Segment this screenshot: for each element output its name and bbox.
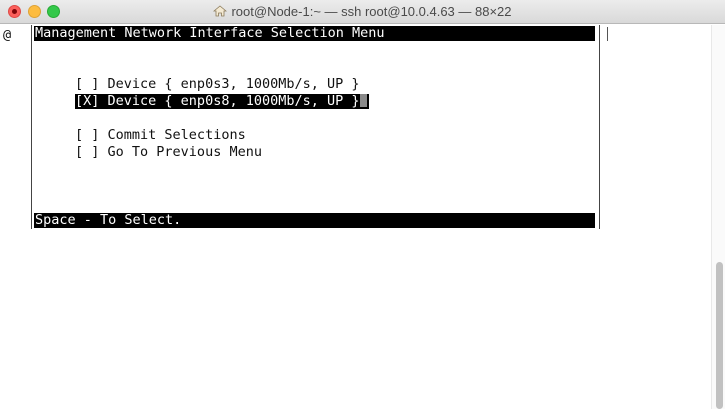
terminal-cursor: [607, 27, 608, 41]
terminal-scrollbar[interactable]: [711, 25, 725, 409]
previous-menu-label: Go To Previous Menu: [107, 144, 262, 160]
device-label-enp0s8: Device { enp0s8, 1000Mb/s, UP }: [107, 93, 360, 109]
menu-title: Management Network Interface Selection M…: [34, 26, 595, 41]
window-title: root@Node-1:~ — ssh root@10.0.4.63 — 88×…: [231, 4, 512, 19]
menu-item-enp0s8[interactable]: [X] Device { enp0s8, 1000Mb/s, UP }: [75, 94, 369, 109]
menu-item-commit-selections[interactable]: [ ] Commit Selections: [75, 128, 246, 143]
checkbox-enp0s3[interactable]: [ ]: [75, 76, 99, 92]
menu-item-enp0s3[interactable]: [ ] Device { enp0s3, 1000Mb/s, UP }: [75, 77, 360, 92]
checkbox-commit[interactable]: [ ]: [75, 127, 99, 143]
terminal-area[interactable]: @ Management Network Interface Selection…: [0, 25, 725, 409]
home-icon: [213, 5, 228, 17]
menu-item-previous-menu[interactable]: [ ] Go To Previous Menu: [75, 145, 262, 160]
scrollbar-thumb[interactable]: [716, 262, 723, 409]
checkbox-enp0s8[interactable]: [X]: [75, 93, 99, 109]
status-bar: Space - To Select.: [34, 213, 595, 228]
window-title-container: root@Node-1:~ — ssh root@10.0.4.63 — 88×…: [0, 4, 725, 19]
window-titlebar[interactable]: root@Node-1:~ — ssh root@10.0.4.63 — 88×…: [0, 0, 725, 24]
text-cursor: [359, 94, 367, 107]
checkbox-previous-menu[interactable]: [ ]: [75, 144, 99, 160]
commit-selections-label: Commit Selections: [107, 127, 246, 143]
terminal-prompt-char: @: [3, 27, 12, 43]
device-label-enp0s3: Device { enp0s3, 1000Mb/s, UP }: [107, 76, 360, 92]
